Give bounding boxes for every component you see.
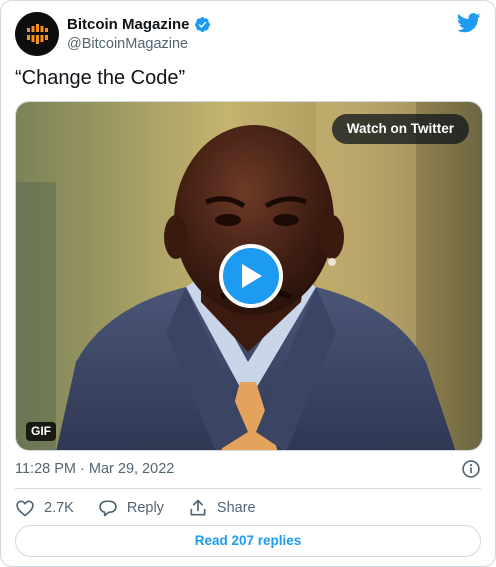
heart-icon bbox=[16, 500, 34, 517]
tweet-header: Bitcoin Magazine @BitcoinMagazine bbox=[15, 12, 481, 56]
like-count: 2.7K bbox=[44, 500, 74, 516]
info-icon[interactable] bbox=[461, 459, 481, 479]
play-button[interactable] bbox=[219, 244, 283, 308]
author-display-name-text: Bitcoin Magazine bbox=[67, 16, 190, 33]
avatar-logo bbox=[15, 12, 59, 56]
author-names: Bitcoin Magazine @BitcoinMagazine bbox=[67, 15, 211, 54]
twitter-bird-icon[interactable] bbox=[457, 12, 481, 34]
author-handle[interactable]: @BitcoinMagazine bbox=[67, 35, 211, 54]
share-button[interactable]: Share bbox=[188, 498, 256, 518]
media-gif[interactable]: Watch on Twitter GIF bbox=[15, 101, 483, 451]
tweet-meta: 11:28 PM · Mar 29, 2022 bbox=[15, 459, 481, 479]
gif-badge: GIF bbox=[26, 422, 56, 441]
avatar[interactable] bbox=[15, 12, 59, 56]
author-display-name[interactable]: Bitcoin Magazine bbox=[67, 15, 211, 34]
like-button[interactable]: 2.7K bbox=[15, 498, 74, 518]
share-icon bbox=[190, 499, 206, 516]
watch-on-twitter-button[interactable]: Watch on Twitter bbox=[331, 114, 469, 144]
play-icon bbox=[242, 264, 262, 288]
action-bar: 2.7K Reply Share bbox=[15, 497, 280, 519]
read-replies-button[interactable]: Read 207 replies bbox=[15, 525, 481, 557]
tweet-timestamp[interactable]: 11:28 PM · Mar 29, 2022 bbox=[15, 461, 174, 477]
tweet-text: “Change the Code” bbox=[15, 67, 186, 89]
reply-bubble-icon bbox=[99, 500, 117, 517]
verified-badge-icon bbox=[194, 17, 210, 32]
reply-label: Reply bbox=[126, 500, 164, 516]
reply-button[interactable]: Reply bbox=[98, 498, 164, 518]
share-label: Share bbox=[216, 500, 256, 516]
divider bbox=[15, 488, 481, 489]
tweet-card: Bitcoin Magazine @BitcoinMagazine “Chang… bbox=[0, 0, 496, 567]
